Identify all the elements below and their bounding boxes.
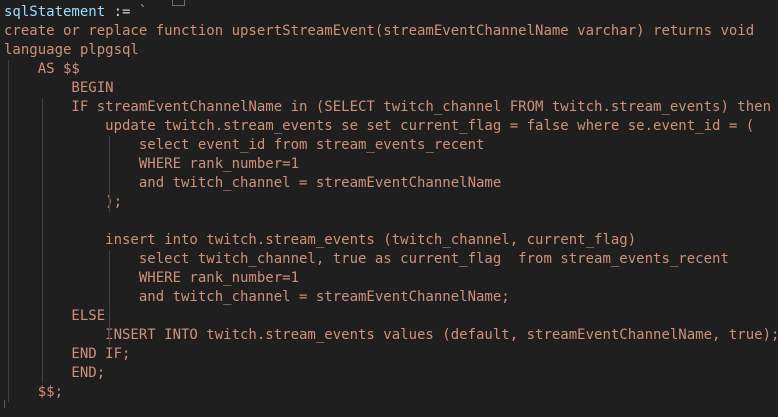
indent-guide <box>42 98 43 383</box>
variable-name: sqlStatement <box>4 4 106 20</box>
code-line[interactable]: IF streamEventChannelName in (SELECT twi… <box>4 98 771 117</box>
indent-guide <box>109 250 110 326</box>
code-line[interactable]: END; <box>4 364 105 383</box>
fold-indicator <box>4 400 11 408</box>
code-line[interactable]: update twitch.stream_events se set curre… <box>4 117 754 136</box>
indent-guide <box>109 326 110 345</box>
string-delimiter: ` <box>138 4 148 20</box>
code-line[interactable]: ); <box>4 193 122 212</box>
code-line[interactable]: END IF; <box>4 345 130 364</box>
code-line[interactable]: insert into twitch.stream_events (twitch… <box>4 231 636 250</box>
code-line[interactable]: WHERE rank_number=1 <box>4 155 299 174</box>
code-line[interactable]: create or replace function upsertStreamE… <box>4 22 754 41</box>
code-line[interactable]: INSERT INTO twitch.stream_events values … <box>4 326 778 345</box>
code-line[interactable]: and twitch_channel = streamEventChannelN… <box>4 288 510 307</box>
code-line[interactable]: AS $$ <box>4 60 80 79</box>
indent-guide <box>109 136 110 212</box>
code-line[interactable]: $$; <box>4 383 63 402</box>
assignment-operator: := <box>105 4 139 20</box>
code-line[interactable]: and twitch_channel = streamEventChannelN… <box>4 174 501 193</box>
code-line[interactable]: language plpgsql <box>4 41 139 60</box>
code-line[interactable]: WHERE rank_number=1 <box>4 269 299 288</box>
bracket-match-indicator <box>172 0 185 6</box>
code-line[interactable]: ELSE <box>4 307 105 326</box>
code-line-assignment[interactable]: sqlStatement := ` <box>4 3 147 22</box>
code-line[interactable]: BEGIN <box>4 79 113 98</box>
indent-guide <box>8 60 9 402</box>
code-line[interactable]: select event_id from stream_events_recen… <box>4 136 485 155</box>
code-editor[interactable]: sqlStatement := ` create or replace func… <box>0 0 778 417</box>
code-line[interactable]: select twitch_channel, true as current_f… <box>4 250 729 269</box>
